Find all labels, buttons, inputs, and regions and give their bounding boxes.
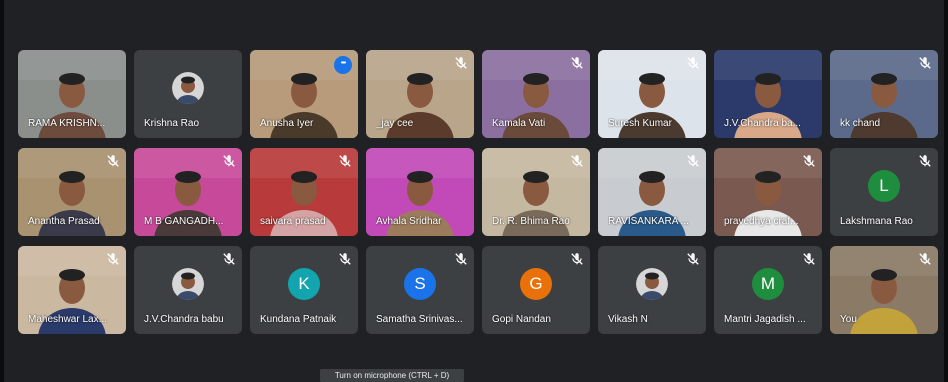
participant-name: J.V.Chandra babu [144,314,224,325]
participant-tile[interactable]: K Kundana Patnaik [250,246,358,334]
participant-name: Lakshmana Rao [840,216,913,227]
initial-avatar: S [404,267,436,300]
participant-name: J.V.Chandra ba... [724,118,801,129]
mic-off-icon [223,155,235,167]
mic-off-icon [339,155,351,167]
participant-tile[interactable]: Avhala Sridhar [366,148,474,236]
participant-name: Dr. R. Bhima Rao [492,216,570,227]
participant-tile[interactable]: J.V.Chandra babu [134,246,242,334]
participant-tile[interactable]: _jay cee [366,50,474,138]
participant-name: saivara prasad [260,216,326,227]
participant-tile[interactable]: Dr. R. Bhima Rao [482,148,590,236]
mic-off-icon [107,155,119,167]
mic-off-icon [919,155,931,167]
participant-name: Anusha Iyer [260,118,314,129]
mic-off-icon [339,253,351,265]
initial-avatar: K [288,267,320,300]
mic-off-icon [107,253,119,265]
participant-name: Kamala Vati [492,118,546,129]
participant-tile[interactable]: ••• Anusha Iyer [250,50,358,138]
participant-tile[interactable]: J.V.Chandra ba... [714,50,822,138]
initial-avatar: M [752,267,784,300]
participant-tile[interactable]: kk chand [830,50,938,138]
participant-tile[interactable]: You [830,246,938,334]
participant-name: Anantha Prasad [28,216,100,227]
participant-name: pravedhya craf... [724,216,799,227]
participant-tile[interactable]: Kamala Vati [482,50,590,138]
mic-off-icon [803,155,815,167]
mic-off-icon [919,57,931,69]
mic-off-icon [455,253,467,265]
participant-name: You [840,314,857,325]
participant-name: Samatha Srinivas... [376,314,463,325]
participant-name: Suresh Kumar [608,118,672,129]
participant-tile[interactable]: pravedhya craf... [714,148,822,236]
profile-photo-avatar [172,267,204,300]
participant-name: RAMA KRISHN... [28,118,106,129]
mic-off-icon [803,253,815,265]
initial-avatar: L [868,169,900,202]
participant-name: Maheshwar Lax... [28,314,107,325]
mic-off-icon [687,57,699,69]
mic-off-icon [919,253,931,265]
participant-name: RAVISANKARA ... [608,216,689,227]
participant-tile[interactable]: M B GANGADH... [134,148,242,236]
participant-tile[interactable]: S Samatha Srinivas... [366,246,474,334]
participant-name: kk chand [840,118,881,129]
mic-off-icon [571,253,583,265]
participant-tile[interactable]: RAVISANKARA ... [598,148,706,236]
participant-name: Mantri Jagadish ... [724,314,806,325]
participant-grid: RAMA KRISHN... Krishna Rao ••• Anusha Iyer _… [18,50,938,334]
more-options-icon[interactable]: ••• [334,56,352,74]
microphone-tooltip: Turn on microphone (CTRL + D) [320,369,464,382]
participant-tile[interactable]: saivara prasad [250,148,358,236]
participant-name: Vikash N [608,314,648,325]
participant-tile[interactable]: L Lakshmana Rao [830,148,938,236]
participant-name: Kundana Patnaik [260,314,337,325]
participant-tile[interactable]: M Mantri Jagadish ... [714,246,822,334]
initial-avatar: G [520,267,552,300]
mic-off-icon [223,253,235,265]
participant-tile[interactable]: Anantha Prasad [18,148,126,236]
participant-name: Gopi Nandan [492,314,551,325]
mic-off-icon [687,253,699,265]
mic-off-icon [571,57,583,69]
mic-off-icon [571,155,583,167]
participant-tile[interactable]: Vikash N [598,246,706,334]
participant-tile[interactable]: Krishna Rao [134,50,242,138]
profile-photo-avatar [172,71,204,104]
participant-name: M B GANGADH... [144,216,224,227]
participant-tile[interactable]: Suresh Kumar [598,50,706,138]
participant-name: _jay cee [376,118,414,129]
mic-off-icon [455,57,467,69]
participant-tile[interactable]: RAMA KRISHN... [18,50,126,138]
participant-name: Krishna Rao [144,118,200,129]
profile-photo-avatar [636,267,668,300]
mic-off-icon [687,155,699,167]
participant-name: Avhala Sridhar [376,216,442,227]
participant-tile[interactable]: G Gopi Nandan [482,246,590,334]
participant-tile[interactable]: Maheshwar Lax... [18,246,126,334]
